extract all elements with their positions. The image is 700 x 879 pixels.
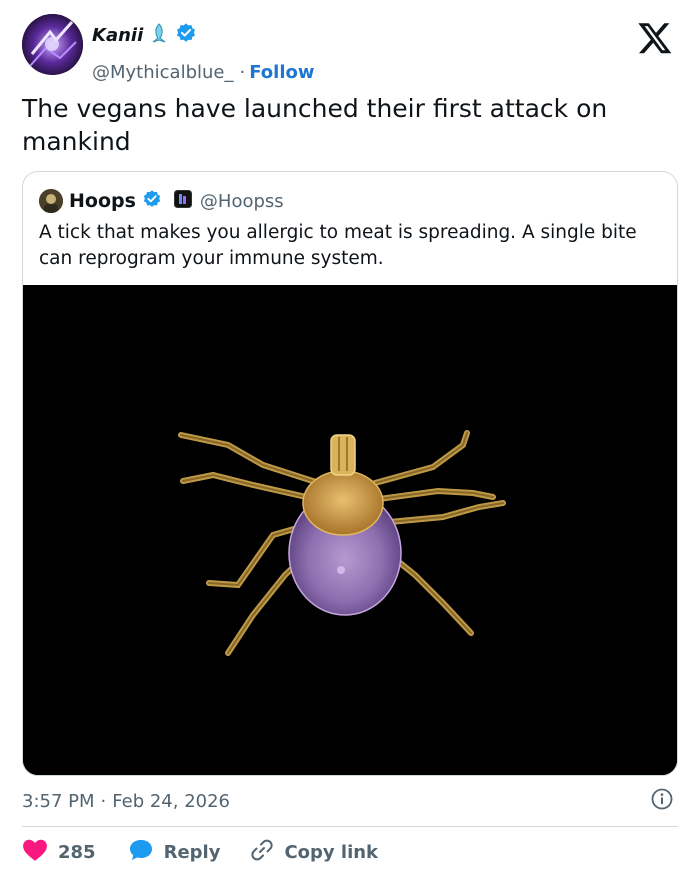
copy-link-label: Copy link bbox=[284, 841, 379, 863]
tweet-header: Kanii @Mythicalblue_ · Follow bbox=[22, 14, 682, 83]
follow-button[interactable]: Follow bbox=[249, 62, 314, 83]
tweet-text: The vegans have launched their first att… bbox=[22, 94, 608, 156]
author-handle[interactable]: @Mythicalblue_ bbox=[92, 62, 234, 83]
reply-button[interactable]: Reply bbox=[128, 838, 221, 867]
tweet-time[interactable]: 3:57 PM bbox=[22, 791, 95, 812]
tweet-date[interactable]: Feb 24, 2026 bbox=[112, 791, 230, 812]
handle-separator: · bbox=[239, 62, 246, 83]
info-icon[interactable] bbox=[650, 787, 674, 811]
reply-label: Reply bbox=[163, 841, 221, 863]
quote-author-avatar[interactable] bbox=[39, 189, 63, 213]
heart-icon bbox=[22, 838, 48, 867]
quote-handle[interactable]: @Hoopss bbox=[200, 191, 284, 212]
author-avatar[interactable] bbox=[22, 14, 83, 75]
affiliate-badge-icon bbox=[173, 190, 192, 212]
tick-photo[interactable] bbox=[23, 285, 677, 775]
link-icon bbox=[250, 838, 274, 867]
quote-text: A tick that makes you allergic to meat i… bbox=[39, 222, 637, 269]
divider bbox=[22, 826, 678, 827]
meta-separator: · bbox=[100, 790, 107, 812]
tweet-meta: 3:57 PM · Feb 24, 2026 bbox=[22, 787, 678, 815]
copy-link-button[interactable]: Copy link bbox=[250, 838, 378, 867]
verified-badge-icon bbox=[142, 189, 162, 213]
author-display-name[interactable]: Kanii bbox=[92, 25, 143, 46]
verified-badge-icon bbox=[175, 22, 197, 48]
x-logo-icon[interactable] bbox=[636, 20, 674, 56]
reply-bubble-icon bbox=[128, 838, 154, 867]
action-bar: 285 Reply Copy link bbox=[22, 837, 378, 867]
quote-display-name[interactable]: Hoops bbox=[69, 190, 136, 212]
like-button[interactable]: 285 bbox=[22, 838, 96, 867]
quoted-tweet[interactable]: Hoops @Hoopss A tick that makes you alle… bbox=[22, 171, 678, 776]
mermaid-emoji-icon bbox=[149, 22, 169, 48]
like-count: 285 bbox=[58, 841, 96, 863]
